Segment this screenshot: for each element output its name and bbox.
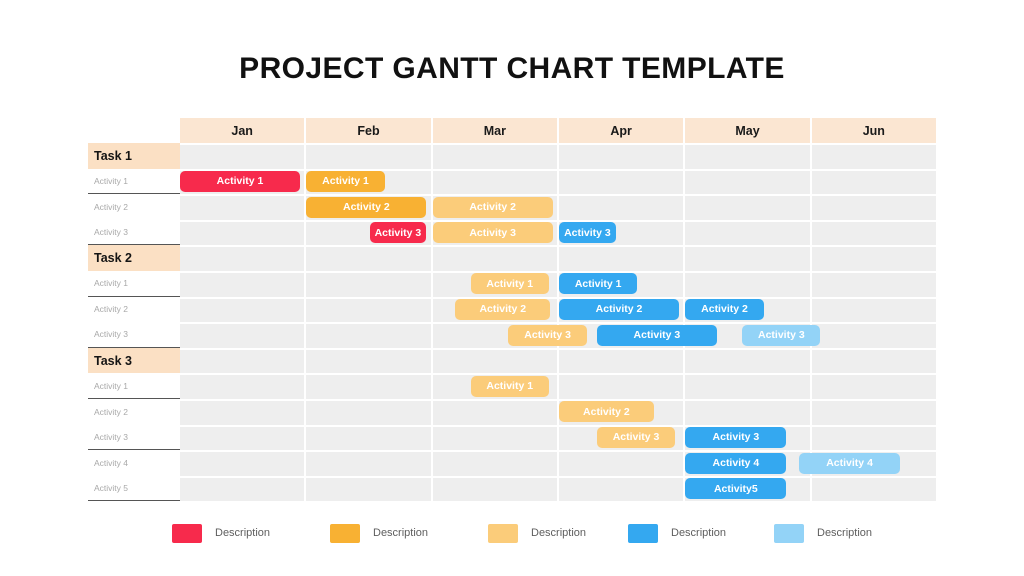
month-header-row: Jan Feb Mar Apr May Jun — [180, 118, 938, 143]
activity-label-3-4: Activity 4 — [88, 450, 180, 476]
gantt-bar-1-3-1[interactable]: Activity 3 — [369, 222, 427, 244]
gantt-bar-2-3-2[interactable]: Activity 3 — [596, 324, 717, 346]
page-title: PROJECT GANTT CHART TEMPLATE — [239, 52, 785, 85]
grid-area — [180, 143, 938, 502]
month-header-jun: Jun — [811, 118, 938, 143]
grid-row-separator — [180, 475, 938, 478]
activity-label-1-1: Activity 1 — [88, 168, 180, 195]
month-header-apr: Apr — [559, 118, 686, 143]
gantt-bar-3-1-1[interactable]: Activity 1 — [470, 375, 549, 397]
gantt-bar-2-1-2[interactable]: Activity 1 — [559, 273, 638, 295]
legend-label-4: Description — [671, 527, 727, 539]
gantt-bar-3-3-1[interactable]: Activity 3 — [596, 426, 676, 448]
legend-swatch-1 — [172, 523, 202, 543]
activity-label-1-2: Activity 2 — [88, 194, 180, 220]
gantt-bar-3-3-2[interactable]: Activity 3 — [685, 426, 787, 448]
activity-label-2-3: Activity 3 — [88, 322, 180, 348]
legend-item-4: Description — [628, 522, 726, 544]
task-group-label-3: Task 3 — [88, 347, 180, 374]
gantt-bar-2-2-2[interactable]: Activity 2 — [559, 298, 680, 320]
gantt-bar-2-2-1[interactable]: Activity 2 — [455, 298, 551, 320]
grid-row-separator — [180, 245, 938, 248]
gantt-bar-3-4-1[interactable]: Activity 4 — [685, 452, 787, 474]
legend-item-5: Description — [774, 522, 872, 544]
activity-label-3-2: Activity 2 — [88, 399, 180, 425]
gantt-bar-1-3-3[interactable]: Activity 3 — [559, 222, 616, 244]
legend-swatch-4 — [628, 523, 658, 543]
gantt-bar-1-1-2[interactable]: Activity 1 — [306, 170, 385, 192]
legend-label-5: Description — [817, 527, 873, 539]
grid-row-separator — [180, 450, 938, 453]
gantt-bar-1-1-1[interactable]: Activity 1 — [180, 170, 301, 192]
month-header-may: May — [685, 118, 812, 143]
task-group-label-2: Task 2 — [88, 245, 180, 271]
gantt-bar-2-2-3[interactable]: Activity 2 — [685, 298, 764, 320]
month-header-mar: Mar — [432, 118, 559, 143]
gantt-bar-2-1-1[interactable]: Activity 1 — [470, 273, 549, 295]
gantt-chart-page: PROJECT GANTT CHART TEMPLATE Jan Feb Mar Ap… — [0, 0, 1024, 576]
gantt-bar-1-3-2[interactable]: Activity 3 — [432, 222, 553, 244]
month-header-feb: Feb — [306, 118, 433, 143]
gantt-bar-2-3-1[interactable]: Activity 3 — [508, 324, 587, 346]
grid-row-separator — [180, 424, 938, 427]
legend-item-3: Description — [488, 522, 586, 544]
gantt-bar-3-4-2[interactable]: Activity 4 — [799, 452, 901, 474]
grid-row-separator — [180, 399, 938, 401]
legend-item-2: Description — [330, 522, 428, 544]
activity-label-3-1: Activity 1 — [88, 373, 180, 399]
legend-label-2: Description — [373, 527, 429, 539]
legend: Description Description Description Descrip… — [88, 522, 938, 546]
grid-row-separator — [180, 219, 938, 222]
gantt-bar-3-5-1[interactable]: Activity5 — [685, 478, 787, 500]
activity-label-3-3: Activity 3 — [88, 424, 180, 451]
legend-swatch-5 — [774, 523, 804, 543]
gantt-board: Jan Feb Mar Apr May Jun Task 1 Activity 1 Activ… — [88, 118, 938, 503]
gantt-bar-2-3-3[interactable]: Activity 3 — [742, 324, 821, 346]
gantt-bar-1-2-2[interactable]: Activity 2 — [432, 196, 553, 218]
grid-row-separator — [180, 143, 938, 145]
activity-label-3-5: Activity 5 — [88, 475, 180, 502]
legend-item-1: Description — [172, 522, 270, 544]
activity-label-2-1: Activity 1 — [88, 271, 180, 297]
legend-label-1: Description — [215, 527, 271, 539]
grid-row-separator — [180, 194, 938, 197]
gantt-bar-3-2-1[interactable]: Activity 2 — [559, 401, 654, 423]
activity-label-2-2: Activity 2 — [88, 296, 180, 323]
grid-row-separator — [180, 347, 938, 350]
legend-swatch-3 — [488, 523, 518, 543]
activity-label-1-3: Activity 3 — [88, 219, 180, 246]
grid-row-separator — [180, 271, 938, 273]
task-group-label-1: Task 1 — [88, 143, 180, 169]
legend-swatch-2 — [330, 523, 360, 543]
grid-row-separator — [180, 296, 938, 299]
legend-label-3: Description — [531, 527, 587, 539]
month-header-jan: Jan — [180, 118, 307, 143]
gantt-bar-1-2-1[interactable]: Activity 2 — [306, 196, 427, 218]
grid-row-separator — [180, 322, 938, 325]
grid-row-separator — [180, 373, 938, 376]
